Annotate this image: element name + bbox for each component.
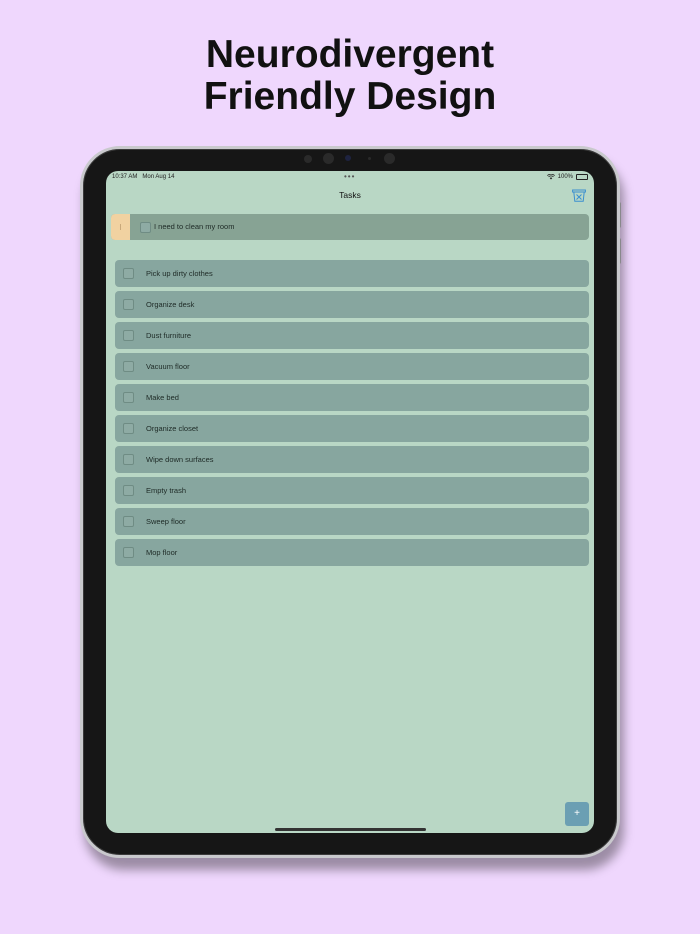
- page-title: Tasks: [339, 190, 361, 200]
- task-label: Pick up dirty clothes: [146, 269, 213, 278]
- task-checkbox[interactable]: [123, 268, 134, 279]
- parent-task-label: I need to clean my room: [154, 222, 235, 231]
- task-checkbox[interactable]: [123, 485, 134, 496]
- status-bar: 10:37 AM Mon Aug 14 ••• 100%: [106, 171, 594, 183]
- headline-line-2: Friendly Design: [203, 75, 497, 118]
- status-time-text: 10:37 AM: [112, 174, 138, 180]
- task-row[interactable]: Make bed: [115, 384, 589, 411]
- home-indicator[interactable]: [275, 828, 426, 831]
- task-row[interactable]: Organize desk: [115, 291, 589, 318]
- status-time: 10:37 AM Mon Aug 14: [112, 174, 174, 180]
- task-row[interactable]: Sweep floor: [115, 508, 589, 535]
- camera-sensor: [304, 155, 312, 163]
- add-task-button[interactable]: +: [565, 802, 589, 826]
- task-label: Dust furniture: [146, 331, 192, 340]
- task-label: Vacuum floor: [146, 362, 190, 371]
- status-date-text: Mon Aug 14: [142, 174, 175, 180]
- task-checkbox[interactable]: [123, 454, 134, 465]
- task-checkbox[interactable]: [123, 423, 134, 434]
- task-label: Empty trash: [146, 486, 187, 495]
- task-label: Mop floor: [146, 548, 178, 557]
- app-screen: 10:37 AM Mon Aug 14 ••• 100% Tasks I nee…: [106, 171, 594, 833]
- task-checkbox[interactable]: [123, 516, 134, 527]
- multitasking-dots-icon[interactable]: •••: [344, 172, 355, 181]
- headline: Neurodivergent Friendly Design: [0, 34, 700, 118]
- task-row[interactable]: Vacuum floor: [115, 353, 589, 380]
- trash-icon: [572, 189, 586, 202]
- parent-task-row[interactable]: I need to clean my room: [111, 214, 589, 240]
- headline-line-1: Neurodivergent: [205, 33, 495, 76]
- task-checkbox[interactable]: [123, 392, 134, 403]
- task-row[interactable]: Dust furniture: [115, 322, 589, 349]
- task-checkbox[interactable]: [123, 547, 134, 558]
- task-checkbox[interactable]: [123, 299, 134, 310]
- wifi-icon: [546, 174, 555, 180]
- task-label: Organize closet: [146, 424, 199, 433]
- trash-button[interactable]: [572, 189, 586, 202]
- task-checkbox[interactable]: [123, 330, 134, 341]
- parent-task-checkbox[interactable]: [140, 222, 151, 233]
- drag-handle-icon[interactable]: [111, 214, 130, 240]
- task-label: Wipe down surfaces: [146, 455, 214, 464]
- task-row[interactable]: Empty trash: [115, 477, 589, 504]
- task-row[interactable]: Pick up dirty clothes: [115, 260, 589, 287]
- battery-icon: [576, 174, 588, 180]
- battery-percent: 100%: [557, 174, 573, 180]
- camera-lens: [345, 155, 351, 161]
- camera-sensor: [368, 157, 371, 160]
- task-label: Organize desk: [146, 300, 195, 309]
- task-row[interactable]: Organize closet: [115, 415, 589, 442]
- task-row[interactable]: Mop floor: [115, 539, 589, 566]
- status-right: 100%: [546, 174, 588, 180]
- task-label: Sweep floor: [146, 517, 186, 526]
- task-checkbox[interactable]: [123, 361, 134, 372]
- task-row[interactable]: Wipe down surfaces: [115, 446, 589, 473]
- camera-sensor: [384, 153, 395, 164]
- camera-sensor: [323, 153, 334, 164]
- task-label: Make bed: [146, 393, 179, 402]
